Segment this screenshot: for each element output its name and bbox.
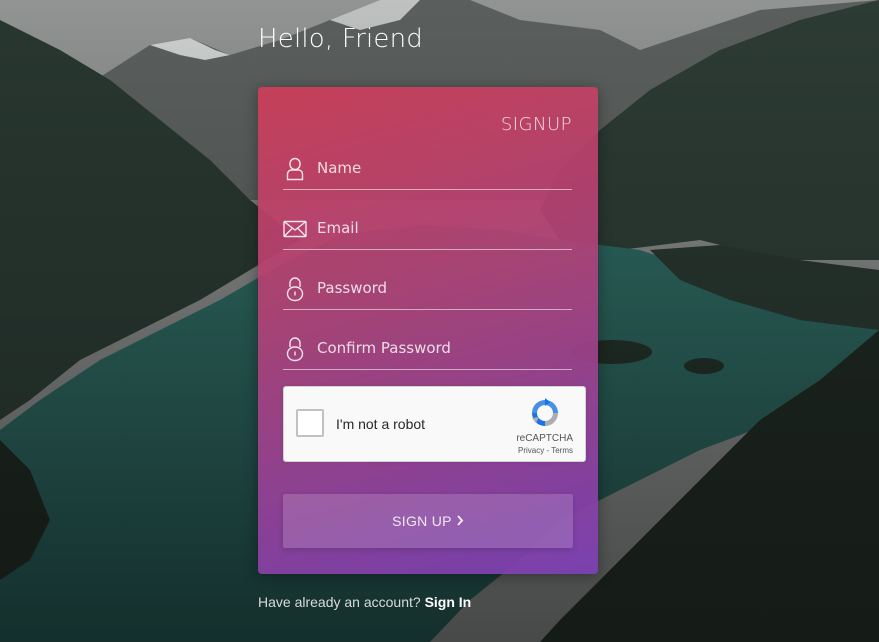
recaptcha-privacy-link[interactable]: Privacy bbox=[518, 446, 544, 455]
chevron-right-icon bbox=[456, 513, 464, 529]
card-title: SIGNUP bbox=[500, 114, 572, 135]
lock-icon bbox=[283, 336, 307, 362]
email-input[interactable] bbox=[317, 214, 567, 242]
greeting-heading: Hello, Friend bbox=[258, 24, 423, 54]
confirm-password-field bbox=[283, 330, 572, 370]
user-icon bbox=[283, 156, 307, 182]
signin-prompt: Have already an account? Sign In bbox=[258, 594, 471, 610]
recaptcha-label: I'm not a robot bbox=[336, 416, 426, 432]
signin-prompt-text: Have already an account? bbox=[258, 594, 425, 610]
recaptcha-logo-icon bbox=[529, 397, 561, 429]
recaptcha-checkbox[interactable] bbox=[296, 409, 324, 437]
name-input[interactable] bbox=[317, 154, 567, 182]
signup-button[interactable]: SIGN UP bbox=[283, 494, 573, 548]
signup-button-label: SIGN UP bbox=[392, 513, 452, 529]
email-field bbox=[283, 210, 572, 250]
password-field bbox=[283, 270, 572, 310]
recaptcha-widget: I'm not a robot reCAPTCHA Privacy - Term… bbox=[283, 386, 586, 462]
signin-link[interactable]: Sign In bbox=[425, 594, 472, 610]
envelope-icon bbox=[283, 216, 307, 242]
name-field bbox=[283, 150, 572, 190]
recaptcha-brand: reCAPTCHA bbox=[516, 433, 573, 444]
recaptcha-links: Privacy - Terms bbox=[518, 446, 573, 455]
password-input[interactable] bbox=[317, 274, 567, 302]
lock-icon bbox=[283, 276, 307, 302]
signup-card: SIGNUP Name Email I'm not a robot reCAPT… bbox=[258, 87, 598, 574]
confirm-password-input[interactable] bbox=[317, 334, 567, 362]
recaptcha-terms-link[interactable]: Terms bbox=[551, 446, 573, 455]
